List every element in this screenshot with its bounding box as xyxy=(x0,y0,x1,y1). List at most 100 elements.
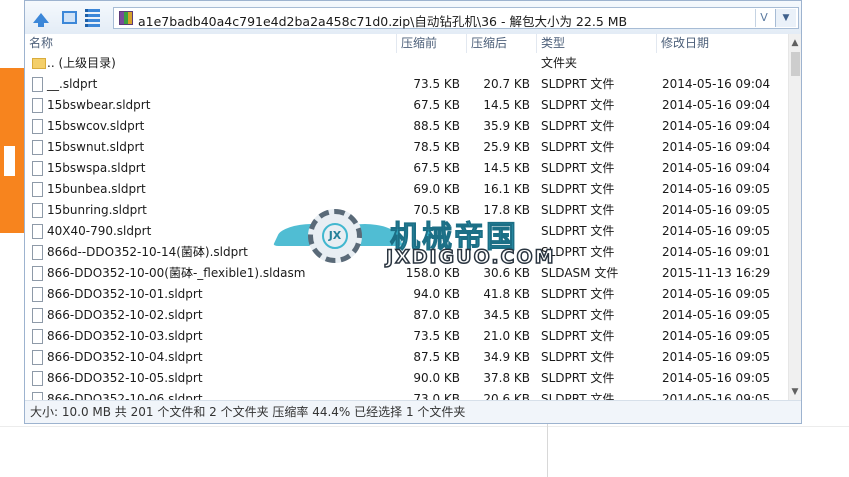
folder-icon xyxy=(32,58,46,69)
file-size: 67.5 KB xyxy=(413,98,460,112)
file-date: 2014-05-16 09:05 xyxy=(662,308,771,322)
file-name: 15bswbear.sldprt xyxy=(47,98,151,112)
file-icon xyxy=(32,203,43,218)
file-icon xyxy=(32,287,43,302)
file-icon xyxy=(32,350,43,365)
file-row[interactable]: 866-DDO352-10-06.sldprt 73.0 KB 20.6 KB SLD… xyxy=(25,389,788,400)
file-row[interactable]: __.sldprt 73.5 KB 20.7 KB SLDPRT 文件 2014-05-… xyxy=(25,74,788,95)
file-date: 2014-05-16 09:04 xyxy=(662,140,771,154)
watermark-badge: JX xyxy=(322,223,348,249)
file-packed-size: 25.9 KB xyxy=(483,140,530,154)
file-size: 88.5 KB xyxy=(413,119,460,133)
file-icon xyxy=(32,182,43,197)
file-type: SLDPRT 文件 xyxy=(541,371,615,385)
file-name: 866d--DDO352-10-14(菌砵).sldprt xyxy=(47,245,248,259)
file-name: 40X40-790.sldprt xyxy=(47,224,152,238)
toolbar: a1e7badb40a4c791e4d2ba2a458c71d0.zip\自动钻… xyxy=(25,1,801,35)
column-name[interactable]: 名称 xyxy=(25,34,397,53)
file-date: 2014-05-16 09:05 xyxy=(662,392,771,400)
file-type: SLDPRT 文件 xyxy=(541,329,615,343)
file-name: 866-DDO352-10-04.sldprt xyxy=(47,350,203,364)
file-type: SLDPRT 文件 xyxy=(541,98,615,112)
view-thumbnail-icon[interactable] xyxy=(59,8,79,27)
file-size: 69.0 KB xyxy=(413,182,460,196)
file-name: 866-DDO352-10-02.sldprt xyxy=(47,308,203,322)
file-name: 866-DDO352-10-01.sldprt xyxy=(47,287,203,301)
file-type: SLDPRT 文件 xyxy=(541,182,615,196)
address-path: a1e7badb40a4c791e4d2ba2a458c71d0.zip\自动钻… xyxy=(138,14,628,29)
file-icon xyxy=(32,161,43,176)
file-row[interactable]: 866-DDO352-10-03.sldprt 73.5 KB 21.0 KB SLD… xyxy=(25,326,788,347)
up-arrow-icon[interactable] xyxy=(31,8,51,27)
file-date: 2014-05-16 09:05 xyxy=(662,224,771,238)
file-date: 2014-05-16 09:05 xyxy=(662,182,771,196)
file-name: 866-DDO352-10-06.sldprt xyxy=(47,392,203,400)
file-name: 15bswnut.sldprt xyxy=(47,140,145,154)
file-size: 94.0 KB xyxy=(413,287,460,301)
background-column-line xyxy=(547,424,548,477)
file-row[interactable]: 15bunbea.sldprt 69.0 KB 16.1 KB SLDPRT 文件 20… xyxy=(25,179,788,200)
file-row[interactable]: 866-DDO352-10-05.sldprt 90.0 KB 37.8 KB SLD… xyxy=(25,368,788,389)
file-type: SLDPRT 文件 xyxy=(541,77,615,91)
file-type: 文件夹 xyxy=(541,56,578,70)
file-name: 866-DDO352-10-03.sldprt xyxy=(47,329,203,343)
file-packed-size: 21.0 KB xyxy=(483,329,530,343)
file-row[interactable]: 15bswspa.sldprt 67.5 KB 14.5 KB SLDPRT 文件 20… xyxy=(25,158,788,179)
file-row[interactable]: 866-DDO352-10-01.sldprt 94.0 KB 41.8 KB SLD… xyxy=(25,284,788,305)
file-icon xyxy=(32,329,43,344)
file-name: 866-DDO352-10-05.sldprt xyxy=(47,371,203,385)
file-date: 2014-05-16 09:04 xyxy=(662,119,771,133)
file-row[interactable]: 866-DDO352-10-04.sldprt 87.5 KB 34.9 KB SLD… xyxy=(25,347,788,368)
file-date: 2014-05-16 09:05 xyxy=(662,329,771,343)
file-packed-size: 34.5 KB xyxy=(483,308,530,322)
file-icon xyxy=(32,392,43,400)
file-packed-size: 20.7 KB xyxy=(483,77,530,91)
file-size: 73.0 KB xyxy=(413,392,460,400)
address-bar[interactable]: a1e7badb40a4c791e4d2ba2a458c71d0.zip\自动钻… xyxy=(113,7,799,29)
file-name: 15bswspa.sldprt xyxy=(47,161,146,175)
file-packed-size: 37.8 KB xyxy=(483,371,530,385)
file-size: 73.5 KB xyxy=(413,77,460,91)
view-list-icon[interactable] xyxy=(85,8,105,27)
file-type: SLDPRT 文件 xyxy=(541,308,615,322)
parent-folder-row[interactable]: .. (上级目录) 文件夹 xyxy=(25,53,788,74)
file-packed-size: 41.8 KB xyxy=(483,287,530,301)
zip-archive-icon xyxy=(119,11,133,25)
file-date: 2014-05-16 09:05 xyxy=(662,350,771,364)
file-name: .. (上级目录) xyxy=(47,56,116,70)
file-packed-size: 34.9 KB xyxy=(483,350,530,364)
file-type: SLDPRT 文件 xyxy=(541,140,615,154)
file-date: 2015-11-13 16:29 xyxy=(662,266,771,280)
column-modified[interactable]: 修改日期 xyxy=(657,34,788,53)
file-name: 866-DDO352-10-00(菌砵-_flexible1).sldasm xyxy=(47,266,306,280)
column-header: 名称 压缩前 压缩后 类型 修改日期 xyxy=(25,34,788,53)
file-icon xyxy=(32,77,43,92)
file-row[interactable]: 15bswcov.sldprt 88.5 KB 35.9 KB SLDPRT 文件 20… xyxy=(25,116,788,137)
scroll-down-icon[interactable]: ▼ xyxy=(789,385,801,399)
file-icon xyxy=(32,245,43,260)
scroll-thumb[interactable] xyxy=(791,52,800,76)
file-icon xyxy=(32,140,43,155)
file-packed-size: 14.5 KB xyxy=(483,161,530,175)
file-row[interactable]: 15bswbear.sldprt 67.5 KB 14.5 KB SLDPRT 文件 2… xyxy=(25,95,788,116)
file-packed-size: 20.6 KB xyxy=(483,392,530,400)
history-dropdown-icon[interactable]: V xyxy=(755,9,772,27)
column-packed[interactable]: 压缩后 xyxy=(467,34,537,53)
vertical-scrollbar[interactable]: ▲ ▼ xyxy=(788,34,801,400)
watermark-logo: JX 机械帝国 JXDIGUO.COM xyxy=(272,206,568,269)
file-icon xyxy=(32,98,43,113)
file-size: 90.0 KB xyxy=(413,371,460,385)
file-icon xyxy=(32,119,43,134)
file-row[interactable]: 15bswnut.sldprt 78.5 KB 25.9 KB SLDPRT 文件 20… xyxy=(25,137,788,158)
column-size[interactable]: 压缩前 xyxy=(397,34,467,53)
address-dropdown-button[interactable]: ▼ xyxy=(775,9,796,27)
file-date: 2014-05-16 09:04 xyxy=(662,77,771,91)
file-size: 87.0 KB xyxy=(413,308,460,322)
file-icon xyxy=(32,224,43,239)
column-type[interactable]: 类型 xyxy=(537,34,657,53)
file-name: 15bunbea.sldprt xyxy=(47,182,146,196)
file-size: 87.5 KB xyxy=(413,350,460,364)
file-row[interactable]: 866-DDO352-10-02.sldprt 87.0 KB 34.5 KB SLD… xyxy=(25,305,788,326)
scroll-up-icon[interactable]: ▲ xyxy=(789,36,801,50)
background-orange-banner xyxy=(0,68,24,233)
